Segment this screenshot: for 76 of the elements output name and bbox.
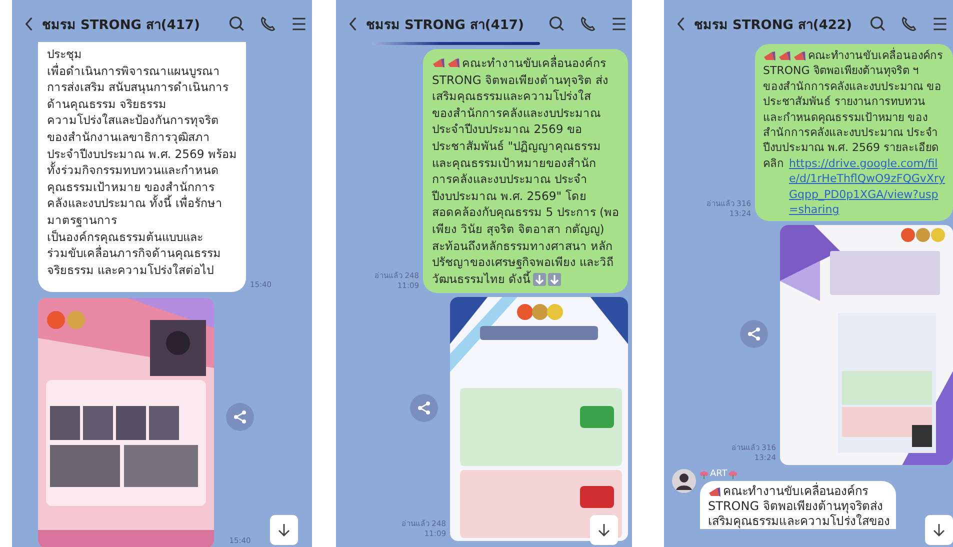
flower-icon	[729, 470, 738, 479]
message-line: คณะทำงานขับเคลื่อนองค์กร	[723, 484, 868, 500]
message-line: ประชาสัมพันธ์ "ปฏิญญาคุณธรรม	[432, 138, 602, 155]
megaphone-icon	[763, 50, 776, 62]
scroll-down-button[interactable]	[270, 515, 298, 545]
message-line: ความโปร่งใสและป้องกันการทุจริต	[47, 112, 219, 129]
search-icon[interactable]	[228, 15, 246, 33]
share-icon[interactable]	[747, 327, 761, 342]
message-line: คลิก	[763, 156, 784, 172]
arrow-down-icon[interactable]	[932, 523, 946, 537]
message-line: จริยธรรม และความโปร่งใสต่อไป	[47, 262, 214, 278]
megaphone-icon	[432, 57, 446, 69]
message-line: ปีงบประมาณ พ.ศ. 2569" โดย	[432, 188, 586, 204]
arrow-down-icon[interactable]	[597, 523, 611, 537]
message-line: ประจำปีงบประมาณ พ.ศ. 2569 พร้อม	[47, 146, 237, 162]
scroll-down-button[interactable]	[590, 515, 618, 545]
phone-icon[interactable]	[579, 15, 597, 33]
message-line: เสริมคุณธรรมและความโปร่งใสของ	[708, 514, 890, 530]
message-line: เป็นองค์กรคุณธรรมต้นแบบและ	[47, 228, 203, 245]
scroll-down-button[interactable]	[925, 515, 953, 545]
phone-icon[interactable]	[900, 15, 918, 33]
message-line: STRONG จิตพอเพียงต้านทุจริต ฯ	[763, 63, 919, 79]
message-line: เสริมคุณธรรมและความโปร่งใส	[432, 88, 592, 105]
message-line: ปีงบประมาณ พ.ศ. 2569 รายละเอียด	[763, 140, 938, 156]
message-line: ประชุม	[47, 46, 82, 63]
megaphone-icon	[793, 50, 806, 62]
message-line: ร่วมขับเคลื่อนภารกิจด้านคุณธรรม	[47, 245, 221, 262]
message-line: คลังและงบประมาณ ทั้งนี้ เพื่อรักษา	[47, 195, 222, 212]
message-line: คุณธรรมเป้าหมาย ของสำนักการ	[47, 178, 215, 194]
message-line: สอดคล้องกับคุณธรรม 5 ประการ (พอ	[432, 204, 619, 221]
message-line: การคลังและงบประมาณ ประจำ	[432, 171, 588, 188]
message-line: เพียง วินัย สุจริต จิตอาสา กตัญญู)	[432, 220, 604, 238]
message-line: มาตรฐานการ	[47, 212, 117, 229]
message-line: ของสำนักการคลังและงบประมาณ ขอ	[763, 78, 942, 94]
down-arrow-icon	[548, 272, 561, 286]
share-button[interactable]	[740, 320, 768, 348]
message-line: คณะทำงานขับเคลื่อนองค์กร	[462, 55, 606, 72]
megaphone-icon	[708, 486, 721, 498]
message-line: วัฒนธรรมไทย ดังนี้	[432, 270, 531, 288]
arrow-down-icon[interactable]	[277, 523, 291, 537]
message-link[interactable]: https://drive.google.com/file/d/1rHeThflQwO9zFQGvXryGqpp_PD0p1XGA/view?usp=sharing	[789, 156, 947, 218]
message-line: สะท้อนถึงหลักธรรมทางศาสนา หลัก	[432, 238, 613, 254]
chat-title: ชมรม STRONG สา(417)	[366, 16, 525, 34]
message-line: และคุณธรรมเป้าหมายของสำนัก	[432, 154, 596, 172]
message-line: ด้านคุณธรรม จริยธรรม	[47, 96, 167, 112]
message-line: ของสำนักการคลังและงบประมาณ	[432, 104, 602, 122]
search-icon[interactable]	[548, 15, 566, 33]
message-line: ประชาสัมพันธ์ รายงานการทบทวน	[763, 94, 926, 110]
message-line: คณะทำงานขับเคลื่อนองค์กร	[808, 48, 943, 64]
avatar	[672, 469, 696, 494]
megaphone-icon	[778, 50, 791, 62]
message-line: STRONG จิตพอเพียงต้านทุจริต ส่ง	[432, 72, 609, 88]
phone-icon[interactable]	[259, 15, 277, 33]
message-line: เพื่อดำเนินการพิจารณาแผนบูรณา	[47, 62, 220, 80]
message-line: และกำหนดคุณธรรมเป้าหมาย ของ	[763, 110, 928, 126]
chat-title: ชมรม STRONG สา(417)	[42, 16, 201, 34]
search-icon[interactable]	[869, 15, 887, 33]
chat-title: ชมรม STRONG สา(422)	[694, 16, 853, 34]
share-button[interactable]	[226, 403, 254, 432]
message-line: ของสำนักงานเลขาธิการวุฒิสภา	[47, 128, 210, 146]
megaphone-icon	[447, 57, 460, 69]
message-line: สำนักการคลังและงบประมาณ ประจำ	[763, 125, 938, 140]
down-arrow-icon	[532, 272, 546, 286]
message-line: การส่งเสริม สนับสนุนการดำเนินการ	[47, 79, 229, 96]
share-button[interactable]	[410, 394, 438, 422]
message-line: STRONG จิตพอเพียงต้านทุจริตส่ง	[708, 499, 883, 514]
message-line: ประจำปีงบประมาณ 2569 ขอ	[432, 121, 582, 138]
menu-icon[interactable]	[931, 15, 949, 33]
message-line: ทั้งร่วมกิจกรรมทบทวนและกำหนด	[47, 162, 219, 179]
share-icon[interactable]	[417, 401, 431, 416]
menu-icon[interactable]	[610, 15, 628, 33]
message-line: ปรัชญาของเศรษฐกิจพอเพียง และวิถี	[432, 254, 614, 270]
sender-name: ART	[710, 469, 728, 480]
share-icon[interactable]	[233, 410, 247, 424]
flower-icon	[700, 470, 708, 479]
menu-icon[interactable]	[290, 15, 308, 33]
